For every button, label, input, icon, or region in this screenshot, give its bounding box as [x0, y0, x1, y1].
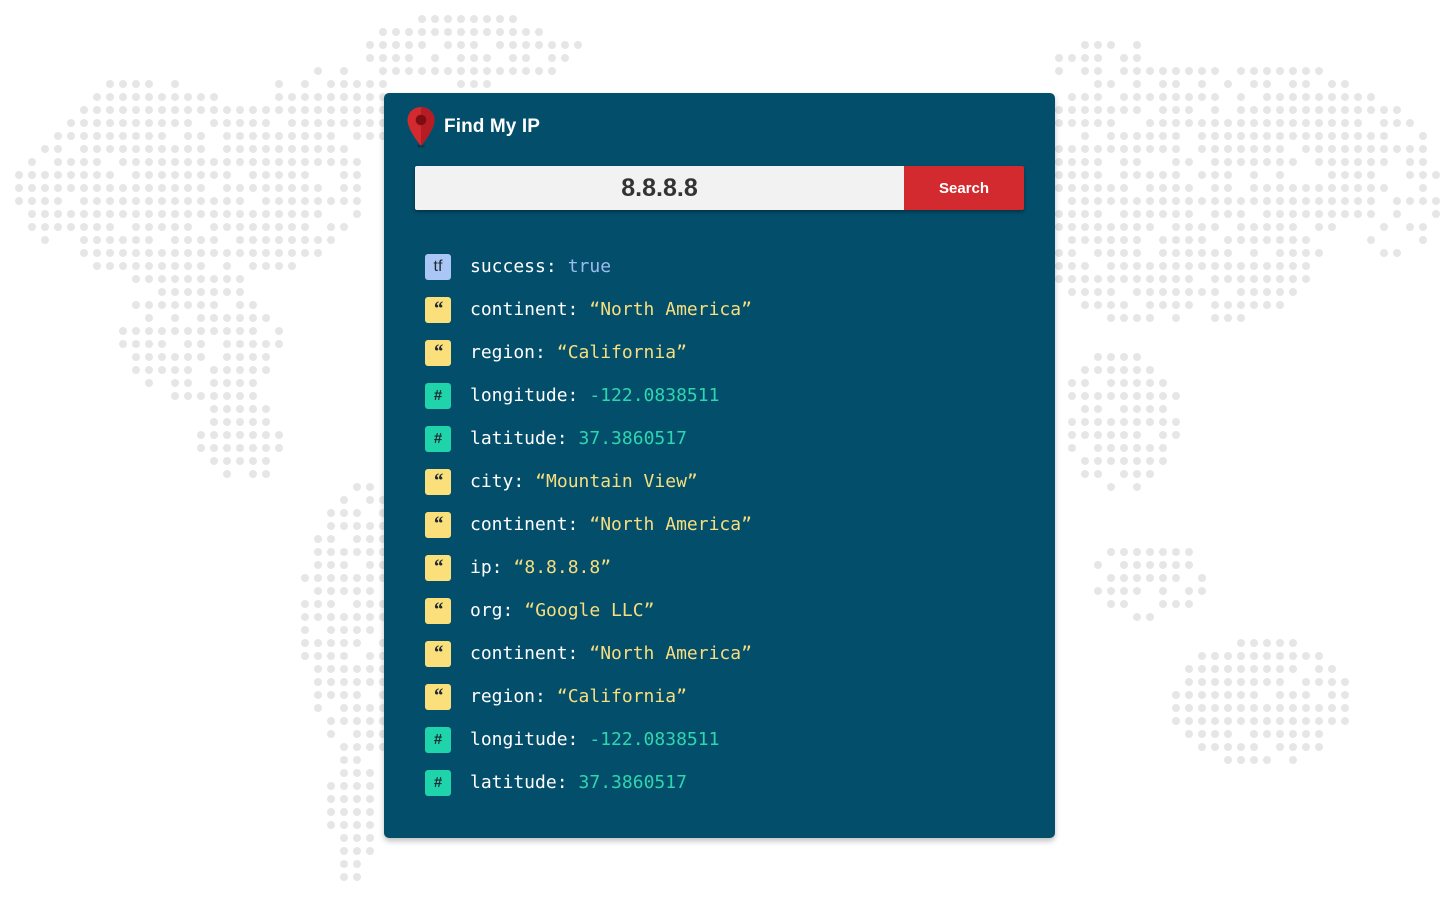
- result-row: “ org: “Google LLC”: [425, 589, 752, 632]
- type-badge-icon: “: [425, 339, 451, 366]
- result-value: “North America”: [589, 643, 752, 664]
- result-key: city:: [470, 471, 525, 492]
- result-value: -122.0838511: [589, 385, 720, 406]
- result-key: success:: [470, 256, 557, 277]
- result-row: “ continent: “North America”: [425, 632, 752, 675]
- type-badge-icon: “: [425, 554, 451, 581]
- result-row: “ region: “California”: [425, 331, 752, 374]
- type-badge-icon: “: [425, 640, 451, 667]
- result-key: ip:: [470, 557, 503, 578]
- result-value: “Google LLC”: [524, 600, 655, 621]
- map-pin-icon: [407, 107, 435, 148]
- search-bar: Search: [415, 166, 1024, 210]
- result-row: “ ip: “8.8.8.8”: [425, 546, 752, 589]
- result-value: “California”: [556, 686, 687, 707]
- result-row: “ continent: “North America”: [425, 288, 752, 331]
- result-value: true: [567, 256, 612, 277]
- result-row: # longitude: -122.0838511: [425, 374, 752, 417]
- type-badge-icon: “: [425, 468, 451, 495]
- type-badge-icon: #: [425, 769, 451, 796]
- result-key: longitude:: [470, 729, 579, 750]
- app-header: Find My IP: [406, 105, 540, 149]
- result-row: # longitude: -122.0838511: [425, 718, 752, 761]
- result-key: latitude:: [470, 428, 568, 449]
- result-row: # latitude: 37.3860517: [425, 761, 752, 804]
- type-badge-icon: #: [425, 425, 451, 452]
- ip-lookup-card: Find My IP Search tf success: true “ contin…: [384, 93, 1055, 838]
- app-title: Find My IP: [444, 116, 540, 137]
- result-key: continent:: [470, 514, 579, 535]
- result-value: -122.0838511: [589, 729, 720, 750]
- type-badge-icon: tf: [425, 253, 451, 280]
- result-value: 37.3860517: [578, 772, 687, 793]
- result-row: tf success: true: [425, 245, 752, 288]
- type-badge-icon: “: [425, 511, 451, 538]
- type-badge-icon: #: [425, 726, 451, 753]
- result-row: “ continent: “North America”: [425, 503, 752, 546]
- result-value: “North America”: [589, 299, 752, 320]
- result-value: “California”: [556, 342, 687, 363]
- ip-search-input[interactable]: [415, 166, 904, 210]
- type-badge-icon: “: [425, 597, 451, 624]
- ip-result-list: tf success: true “ continent: “North America…: [425, 245, 752, 804]
- type-badge-icon: #: [425, 382, 451, 409]
- result-value: 37.3860517: [578, 428, 687, 449]
- result-key: continent:: [470, 299, 579, 320]
- result-value: “Mountain View”: [535, 471, 698, 492]
- result-key: continent:: [470, 643, 579, 664]
- result-key: latitude:: [470, 772, 568, 793]
- result-row: “ region: “California”: [425, 675, 752, 718]
- result-key: org:: [470, 600, 514, 621]
- result-key: region:: [470, 686, 546, 707]
- result-row: “ city: “Mountain View”: [425, 460, 752, 503]
- type-badge-icon: “: [425, 296, 451, 323]
- result-key: longitude:: [470, 385, 579, 406]
- search-button[interactable]: Search: [904, 166, 1024, 210]
- result-key: region:: [470, 342, 546, 363]
- result-row: # latitude: 37.3860517: [425, 417, 752, 460]
- result-value: “North America”: [589, 514, 752, 535]
- type-badge-icon: “: [425, 683, 451, 710]
- result-value: “8.8.8.8”: [513, 557, 612, 578]
